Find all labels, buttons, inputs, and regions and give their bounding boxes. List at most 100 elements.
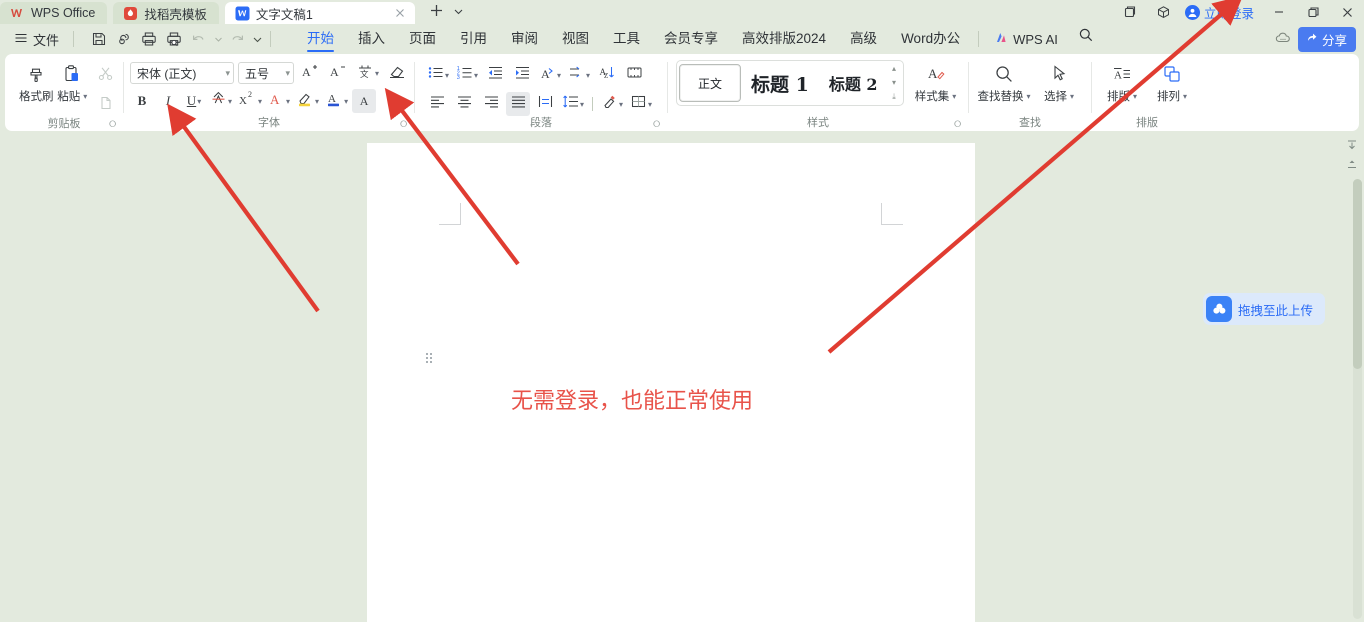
new-tab-controls[interactable] — [425, 2, 468, 24]
print-preview-icon[interactable] — [161, 27, 186, 51]
pinyin-guide-button[interactable]: 文 ▾ — [354, 61, 381, 85]
shading-button[interactable]: ▾ — [599, 92, 625, 116]
ribbon-tab-member[interactable]: 会员专享 — [652, 25, 730, 53]
vertical-scrollbar[interactable] — [1353, 179, 1362, 619]
paragraph-sort-button[interactable]: AZ — [595, 63, 619, 87]
scroll-down-icon[interactable]: ▾ — [892, 78, 896, 87]
arrange-button[interactable]: 排列 ▾ — [1150, 58, 1194, 104]
distribute-button[interactable] — [533, 92, 557, 116]
minimize-button[interactable] — [1262, 0, 1296, 24]
expand-gallery-icon[interactable]: ⤓ — [892, 92, 896, 102]
cloud-sync-icon[interactable] — [111, 27, 136, 51]
borders-button[interactable]: ▾ — [628, 92, 654, 116]
font-dialog-launcher[interactable]: ⭘ — [400, 119, 410, 129]
find-replace-button[interactable]: 查找替换 ▾ — [977, 58, 1031, 104]
save-icon[interactable] — [86, 27, 111, 51]
decrease-indent-button[interactable] — [483, 63, 507, 87]
underline-button[interactable]: U ▾ — [182, 89, 206, 113]
font-color-button[interactable]: A ▾ — [323, 89, 350, 113]
close-icon[interactable] — [393, 6, 407, 20]
show-marks-button[interactable] — [622, 63, 646, 87]
document-area: 无需登录，也能正常使用 拖拽至此上传 — [0, 131, 1364, 622]
ribbon-tab-tools[interactable]: 工具 — [601, 25, 652, 53]
strikethrough-button[interactable]: ▾ — [208, 89, 234, 113]
paragraph-dialog-launcher[interactable]: ⭘ — [653, 119, 663, 129]
undo-dropdown-icon[interactable] — [211, 27, 225, 51]
search-button[interactable] — [1066, 25, 1106, 53]
ribbon-tab-insert[interactable]: 插入 — [346, 25, 397, 53]
close-button[interactable] — [1330, 0, 1364, 24]
cut-button[interactable] — [93, 64, 117, 88]
page-scroll-icon[interactable] — [1346, 157, 1360, 171]
cloud-service-icon[interactable] — [1274, 29, 1292, 50]
styles-gallery-scroll[interactable]: ▴ ▾ ⤓ — [888, 61, 901, 105]
sort-button[interactable]: ▾ — [566, 63, 592, 87]
ribbon-tab-efficient-typeset[interactable]: 高效排版2024 — [730, 25, 838, 53]
numbering-button[interactable]: 123 ▾ — [454, 63, 480, 87]
ribbon-tab-view[interactable]: 视图 — [550, 25, 601, 53]
align-justify-button[interactable] — [506, 92, 530, 116]
align-center-button[interactable] — [452, 92, 476, 116]
typeset-button[interactable]: A 排版 ▾ — [1100, 58, 1144, 104]
shrink-font-button[interactable]: A — [326, 61, 350, 85]
scroll-up-icon[interactable]: ▴ — [892, 64, 896, 73]
undo-icon[interactable] — [186, 27, 211, 51]
tab-wps-office[interactable]: WPS Office — [0, 2, 107, 24]
character-shading-button[interactable]: A — [352, 89, 376, 113]
clear-format-button[interactable] — [385, 61, 409, 85]
style-item-heading-2[interactable]: 标题 2 — [819, 64, 888, 102]
chevron-down-icon: ▾ — [286, 97, 290, 106]
font-size-combo[interactable]: 五号 ▾ — [238, 62, 294, 84]
select-objects-button[interactable]: 选择 ▾ — [1037, 58, 1081, 104]
bold-button[interactable]: B — [130, 89, 154, 113]
document-page[interactable]: 无需登录，也能正常使用 — [367, 143, 975, 622]
increase-indent-button[interactable] — [510, 63, 534, 87]
share-button[interactable]: 分享 — [1298, 27, 1356, 52]
styles-dialog-launcher[interactable]: ⭘ — [954, 119, 964, 129]
redo-dropdown-icon[interactable] — [250, 27, 264, 51]
grow-font-button[interactable]: A — [298, 61, 322, 85]
ribbon-tab-start[interactable]: 开始 — [295, 25, 346, 53]
line-spacing-button[interactable]: ▾ — [560, 92, 586, 116]
align-right-button[interactable] — [479, 92, 503, 116]
plus-icon[interactable] — [429, 3, 444, 23]
paste-button[interactable]: 粘贴 ▾ — [56, 58, 90, 104]
file-menu-button[interactable]: 文件 — [6, 27, 67, 51]
ribbon-tab-page[interactable]: 页面 — [397, 25, 448, 53]
ribbon-tab-references[interactable]: 引用 — [448, 25, 499, 53]
ribbon-tab-advanced[interactable]: 高级 — [838, 25, 889, 53]
login-button[interactable]: 立即登录 — [1181, 0, 1262, 24]
copy-button[interactable] — [93, 93, 117, 117]
maximize-button[interactable] — [1296, 0, 1330, 24]
style-item-heading-1[interactable]: 标题 1 — [741, 64, 819, 102]
svg-text:Z: Z — [604, 72, 608, 80]
format-painter-button[interactable]: 格式刷 — [19, 58, 54, 104]
style-item-normal[interactable]: 正文 — [679, 64, 741, 102]
split-window-icon[interactable] — [1113, 0, 1147, 24]
clipboard-dialog-launcher[interactable]: ⭘ — [109, 119, 119, 129]
drag-upload-widget[interactable]: 拖拽至此上传 — [1203, 293, 1325, 325]
style-set-button[interactable]: A 样式集 ▾ — [912, 58, 960, 104]
cube-3d-icon[interactable] — [1147, 0, 1181, 24]
page-top-icon[interactable] — [1346, 138, 1360, 152]
print-icon[interactable] — [136, 27, 161, 51]
redo-icon[interactable] — [225, 27, 250, 51]
document-body-text[interactable]: 无需登录，也能正常使用 — [511, 383, 753, 415]
table-move-handle[interactable] — [426, 353, 433, 367]
scrollbar-thumb[interactable] — [1353, 179, 1362, 369]
bullets-button[interactable]: ▾ — [425, 63, 451, 87]
ribbon-tab-review[interactable]: 审阅 — [499, 25, 550, 53]
superscript-button[interactable]: X2 ▾ — [236, 89, 264, 113]
tab-find-templates[interactable]: 找稻壳模板 — [113, 2, 219, 24]
text-effects-button[interactable]: A ▾ — [266, 89, 292, 113]
align-left-button[interactable] — [425, 92, 449, 116]
ribbon-tab-word-office[interactable]: Word办公 — [889, 25, 972, 53]
chevron-down-icon[interactable] — [453, 4, 464, 22]
font-name-combo[interactable]: 宋体 (正文) ▾ — [130, 62, 234, 84]
highlight-color-button[interactable]: ▾ — [294, 89, 321, 113]
asian-layout-button[interactable]: A ▾ — [537, 63, 563, 87]
chevron-down-icon: ▾ — [223, 68, 230, 79]
tab-document-1[interactable]: 文字文稿1 — [225, 2, 415, 24]
wps-ai-button[interactable]: WPS AI — [985, 30, 1066, 48]
italic-button[interactable]: I — [156, 89, 180, 113]
